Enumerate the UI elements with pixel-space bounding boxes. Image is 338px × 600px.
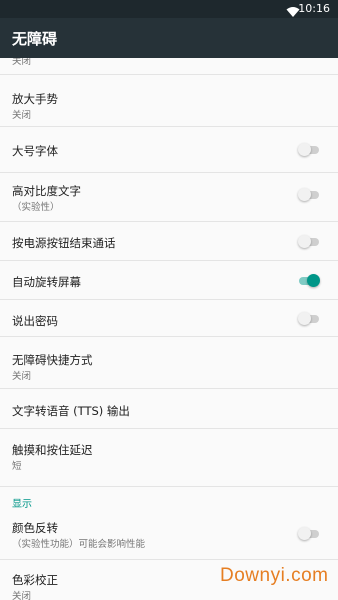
large-text-toggle[interactable] <box>298 143 320 157</box>
list-item-subtitle: （实验性功能）可能会影响性能 <box>12 539 146 550</box>
app-bar: 无障碍 <box>0 18 338 58</box>
settings-list: 关闭 放大手势 关闭 大号字体 高对比度文字 （实验性） 按电源按钮结束通话 自… <box>0 58 338 600</box>
list-item-subtitle: 关闭 <box>12 110 32 121</box>
list-item-label: 色彩校正 <box>12 573 58 587</box>
auto-rotate-toggle[interactable] <box>298 274 320 288</box>
list-item-label: 文字转语音 (TTS) 输出 <box>12 404 130 418</box>
list-item-touch-hold-delay[interactable]: 触摸和按住延迟 短 <box>0 429 338 487</box>
power-button-toggle[interactable] <box>298 235 320 249</box>
list-item-large-text[interactable]: 大号字体 <box>0 127 338 173</box>
list-item-subtitle: 短 <box>12 461 22 472</box>
list-item-label: 无障碍快捷方式 <box>12 353 93 367</box>
list-item-magnification-gesture[interactable]: 放大手势 关闭 <box>0 75 338 127</box>
list-item-label: 自动旋转屏幕 <box>12 275 81 289</box>
section-header-display: 显示 <box>12 499 32 510</box>
list-item-accessibility-shortcut[interactable]: 无障碍快捷方式 关闭 <box>0 337 338 389</box>
list-item-label: 放大手势 <box>12 92 58 106</box>
status-time: 10:16 <box>298 2 330 15</box>
color-inversion-toggle[interactable] <box>298 527 320 541</box>
list-item-auto-rotate[interactable]: 自动旋转屏幕 <box>0 261 338 300</box>
high-contrast-toggle[interactable] <box>298 188 320 202</box>
list-item-partial[interactable]: 关闭 <box>0 58 338 75</box>
speak-passwords-toggle[interactable] <box>298 312 320 326</box>
list-item-color-inversion[interactable]: 颜色反转 （实验性功能）可能会影响性能 <box>0 510 338 560</box>
list-item-subtitle: 关闭 <box>12 371 32 382</box>
list-item-subtitle: （实验性） <box>12 202 60 213</box>
list-item-label: 说出密码 <box>12 314 58 328</box>
list-item-high-contrast-text[interactable]: 高对比度文字 （实验性） <box>0 173 338 222</box>
list-item-subtitle: 关闭 <box>12 58 32 67</box>
list-item-label: 按电源按钮结束通话 <box>12 236 116 250</box>
list-item-label: 高对比度文字 <box>12 184 81 198</box>
status-bar: 10:16 <box>0 0 338 18</box>
watermark-logo: Downyi.com <box>220 565 329 586</box>
list-item-subtitle: 关闭 <box>12 591 32 600</box>
page-title: 无障碍 <box>12 30 58 48</box>
list-item-power-button-ends-call[interactable]: 按电源按钮结束通话 <box>0 222 338 261</box>
list-item-tts-output[interactable]: 文字转语音 (TTS) 输出 <box>0 389 338 429</box>
list-item-label: 大号字体 <box>12 144 58 158</box>
list-item-speak-passwords[interactable]: 说出密码 <box>0 300 338 337</box>
list-item-label: 触摸和按住延迟 <box>12 443 93 457</box>
list-item-label: 颜色反转 <box>12 521 58 535</box>
